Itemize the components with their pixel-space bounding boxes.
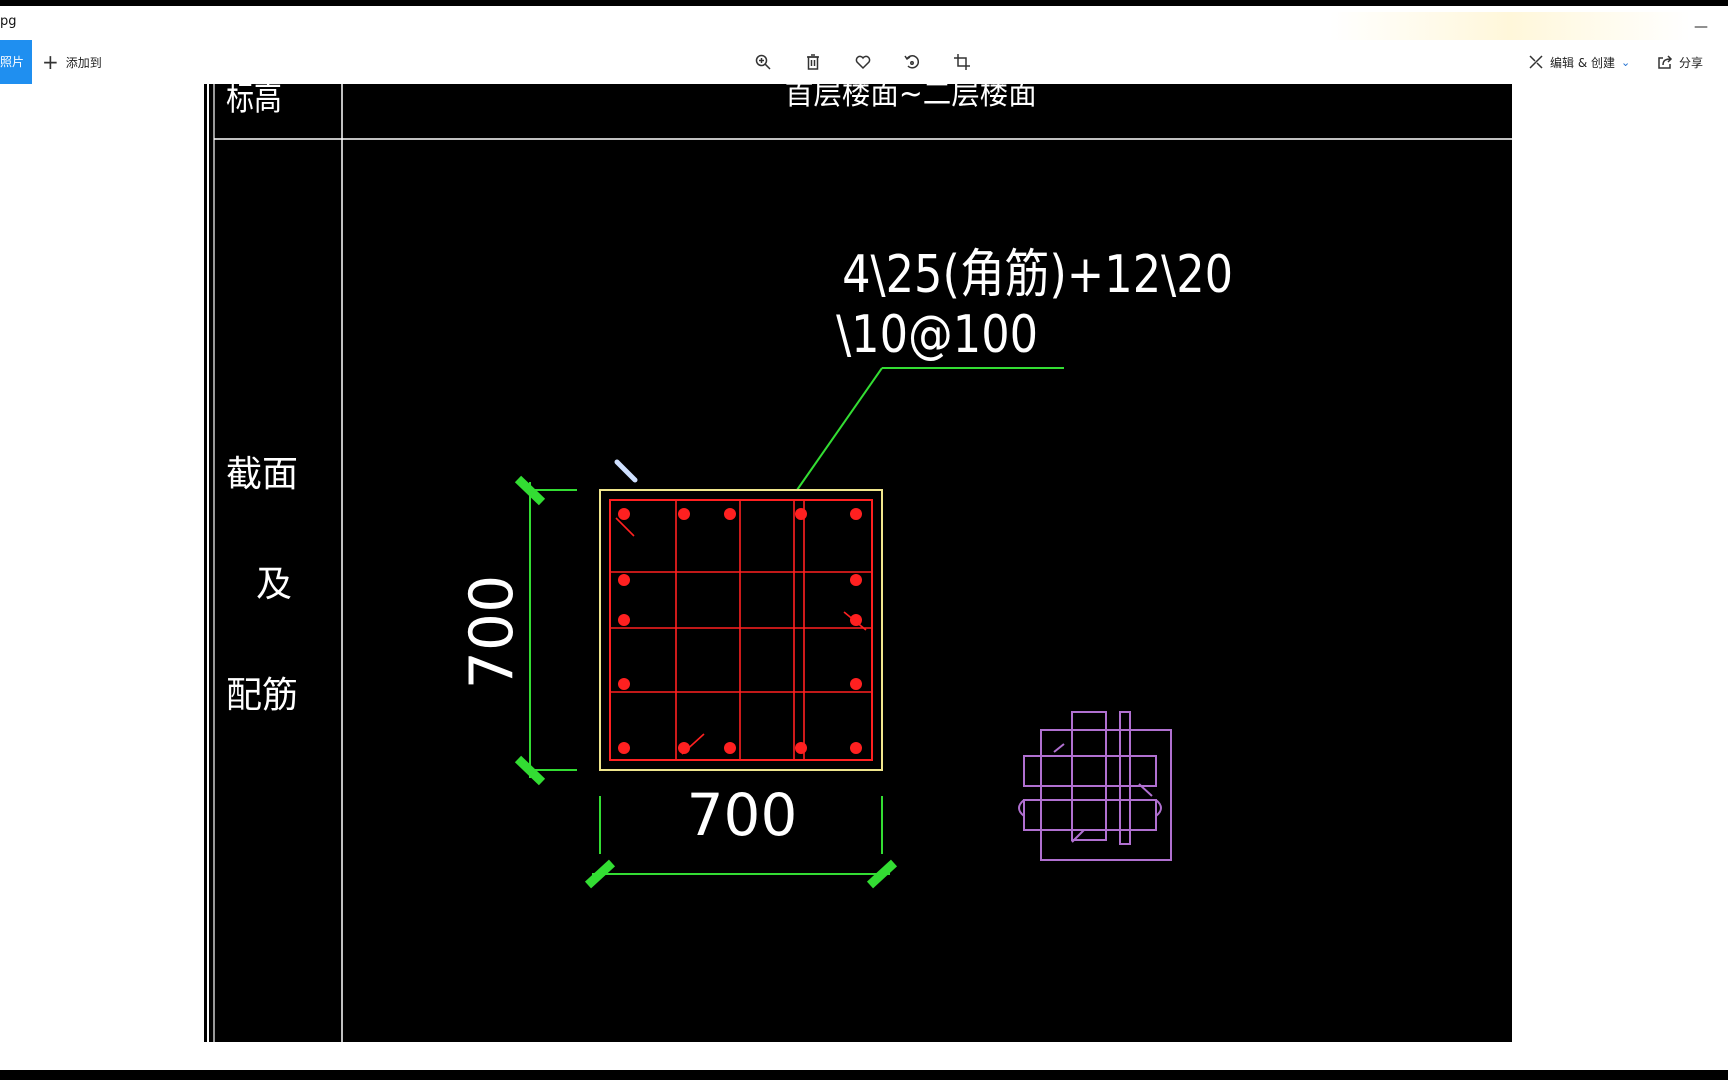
add-to-button[interactable]: + 添加到 — [42, 50, 102, 74]
add-to-label: 添加到 — [65, 55, 102, 70]
delete-icon — [807, 54, 819, 70]
outer-stirrup — [609, 499, 873, 761]
rotate-button[interactable] — [898, 48, 926, 76]
favorite-button[interactable] — [849, 48, 877, 76]
chevron-down-icon: ⌄ — [1621, 55, 1631, 69]
stirrup-detail-symbol — [1018, 711, 1172, 861]
inner-ties — [610, 500, 872, 760]
share-button[interactable]: 分享 — [1657, 50, 1703, 74]
crop-button[interactable] — [948, 48, 976, 76]
dimension-label-vertical: 700 — [457, 575, 527, 690]
vertical-dimension — [529, 482, 577, 778]
photos-button[interactable]: 照片 — [0, 40, 32, 84]
image-viewport[interactable]: 标高 首层楼面~二层楼面 截面 及 配筋 4\25(角筋)+12\20 \10@… — [0, 84, 1728, 1070]
edit-create-label: 编辑 & 创建 — [1550, 55, 1615, 70]
rotate-icon — [904, 55, 920, 69]
window-bottom-edge — [0, 1070, 1728, 1080]
row-label-reinforcement: 配筋 — [226, 675, 298, 716]
column-outline — [599, 489, 883, 771]
column-section-drawing: 标高 首层楼面~二层楼面 截面 及 配筋 4\25(角筋)+12\20 \10@… — [207, 84, 1512, 1042]
title-bar-glow — [1330, 12, 1690, 40]
rebar-annotation-line-1: 4\25(角筋)+12\20 — [842, 245, 1233, 305]
dimension-label-horizontal: 700 — [687, 781, 798, 849]
crop-icon — [954, 54, 970, 70]
delete-button[interactable] — [799, 48, 827, 76]
zoom-in-icon — [755, 54, 771, 70]
share-label: 分享 — [1679, 55, 1704, 70]
pen-cursor-icon — [614, 459, 638, 483]
rebar-annotation-line-2: \10@100 — [836, 305, 1038, 365]
viewer-toolbar: 照片 + 添加到 编辑 & 创建 ⌄ 分享 — [0, 40, 1728, 84]
minimize-button[interactable]: — — [1690, 16, 1712, 38]
row-label-section: 截面 — [226, 454, 298, 495]
edit-create-button[interactable]: 编辑 & 创建 ⌄ — [1528, 50, 1630, 74]
title-bar: pg — — [0, 6, 1728, 40]
edit-create-icon — [1529, 55, 1543, 69]
row-label-and: 及 — [256, 564, 292, 605]
cad-drawing: 标高 首层楼面~二层楼面 截面 及 配筋 4\25(角筋)+12\20 \10@… — [204, 84, 1512, 1042]
header-right-text: 首层楼面~二层楼面 — [785, 84, 1037, 111]
share-icon — [1658, 55, 1673, 69]
favorite-icon — [855, 55, 871, 70]
header-left-text: 标高 — [226, 84, 282, 119]
leader-line-diagonal — [796, 367, 883, 491]
plus-icon: + — [42, 50, 59, 74]
zoom-in-button[interactable] — [749, 48, 777, 76]
window-title: pg — [0, 14, 17, 29]
